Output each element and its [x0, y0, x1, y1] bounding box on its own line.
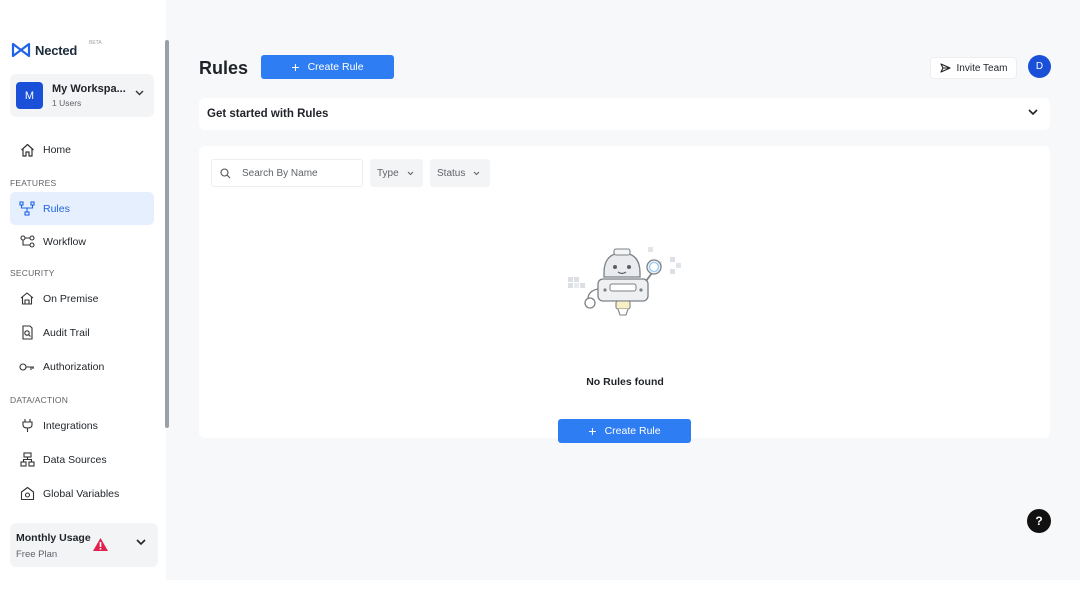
sidebar-item-label: Data Sources: [43, 453, 107, 466]
workspace-name: My Workspa...: [52, 83, 126, 95]
search-icon: [220, 167, 231, 178]
chevron-down-icon: [135, 90, 144, 96]
sidebar-item-global-variables[interactable]: Global Variables: [10, 477, 154, 510]
chevron-down-icon: [1028, 109, 1038, 116]
page-title: Rules: [199, 58, 249, 78]
plus-icon: +: [588, 423, 597, 439]
sidebar-item-label: Global Variables: [43, 487, 120, 500]
home-icon: [18, 141, 36, 159]
invite-team-button[interactable]: Invite Team: [930, 57, 1017, 79]
house-icon: [18, 290, 36, 308]
help-button[interactable]: ?: [1027, 509, 1051, 533]
nected-logo-icon: [11, 42, 31, 58]
rules-icon: [18, 200, 36, 218]
sidebar-item-label: Home: [43, 143, 72, 156]
workflow-icon: [18, 233, 36, 251]
plus-icon: +: [291, 59, 300, 75]
key-icon: [18, 358, 36, 376]
sidebar-scrollbar[interactable]: [165, 40, 169, 428]
workspace-avatar: M: [16, 82, 43, 109]
data-sources-icon: [18, 451, 36, 469]
sidebar: Nected BETA M My Workspa... 1 Users Home…: [0, 0, 166, 580]
section-features: FEATURES: [10, 178, 57, 188]
brand-name: Nected: [35, 42, 78, 58]
bottom-strip: [0, 580, 1080, 608]
global-variables-icon: [18, 485, 36, 503]
search-input[interactable]: Search By Name: [211, 159, 363, 187]
sidebar-item-home[interactable]: Home: [10, 133, 154, 166]
create-rule-label: Create Rule: [307, 61, 364, 73]
workspace-switcher[interactable]: M My Workspa... 1 Users: [10, 74, 154, 117]
create-rule-button[interactable]: + Create Rule: [261, 55, 394, 79]
chevron-down-icon: [407, 171, 414, 175]
audit-icon: [18, 324, 36, 342]
status-filter-dropdown[interactable]: Status: [430, 159, 490, 187]
section-data-action: DATA/ACTION: [10, 395, 69, 405]
invite-team-label: Invite Team: [956, 62, 1008, 74]
chevron-down-icon: [473, 171, 480, 175]
search-placeholder: Search By Name: [242, 167, 318, 179]
workspace-users: 1 Users: [52, 98, 82, 108]
create-rule-empty-button[interactable]: + Create Rule: [558, 419, 691, 443]
sidebar-item-label: Workflow: [43, 235, 86, 248]
type-filter-dropdown[interactable]: Type: [370, 159, 423, 187]
warning-icon: [93, 538, 108, 551]
robot-illustration: [568, 247, 681, 316]
sidebar-item-integrations[interactable]: Integrations: [10, 409, 154, 442]
usage-title: Monthly Usage: [16, 532, 91, 544]
brand-badge: BETA: [89, 40, 102, 46]
sidebar-item-label: Rules: [43, 202, 70, 215]
get-started-title: Get started with Rules: [207, 108, 329, 120]
sidebar-item-data-sources[interactable]: Data Sources: [10, 443, 154, 476]
monthly-usage-card[interactable]: Monthly Usage Free Plan: [10, 523, 158, 567]
create-rule-label: Create Rule: [604, 425, 661, 437]
sidebar-item-label: On Premise: [43, 292, 99, 305]
status-filter-label: Status: [437, 167, 466, 179]
sidebar-item-workflow[interactable]: Workflow: [10, 225, 154, 258]
usage-plan: Free Plan: [16, 549, 58, 560]
chevron-down-icon[interactable]: [136, 539, 146, 546]
section-security: SECURITY: [10, 268, 55, 278]
empty-state-message: No Rules found: [586, 376, 664, 388]
sidebar-item-audit-trail[interactable]: Audit Trail: [10, 316, 154, 349]
brand-logo[interactable]: Nected BETA: [11, 40, 102, 60]
sidebar-item-label: Integrations: [43, 419, 98, 432]
type-filter-label: Type: [377, 167, 399, 179]
plug-icon: [18, 417, 36, 435]
user-avatar[interactable]: D: [1028, 55, 1051, 78]
sidebar-item-rules[interactable]: Rules: [10, 192, 154, 225]
send-icon: [939, 63, 951, 73]
sidebar-item-label: Authorization: [43, 360, 105, 373]
app-window: Nected BETA M My Workspa... 1 Users Home…: [0, 0, 1080, 580]
sidebar-item-label: Audit Trail: [43, 326, 90, 339]
get-started-accordion[interactable]: Get started with Rules: [199, 98, 1050, 130]
sidebar-item-on-premise[interactable]: On Premise: [10, 282, 154, 315]
